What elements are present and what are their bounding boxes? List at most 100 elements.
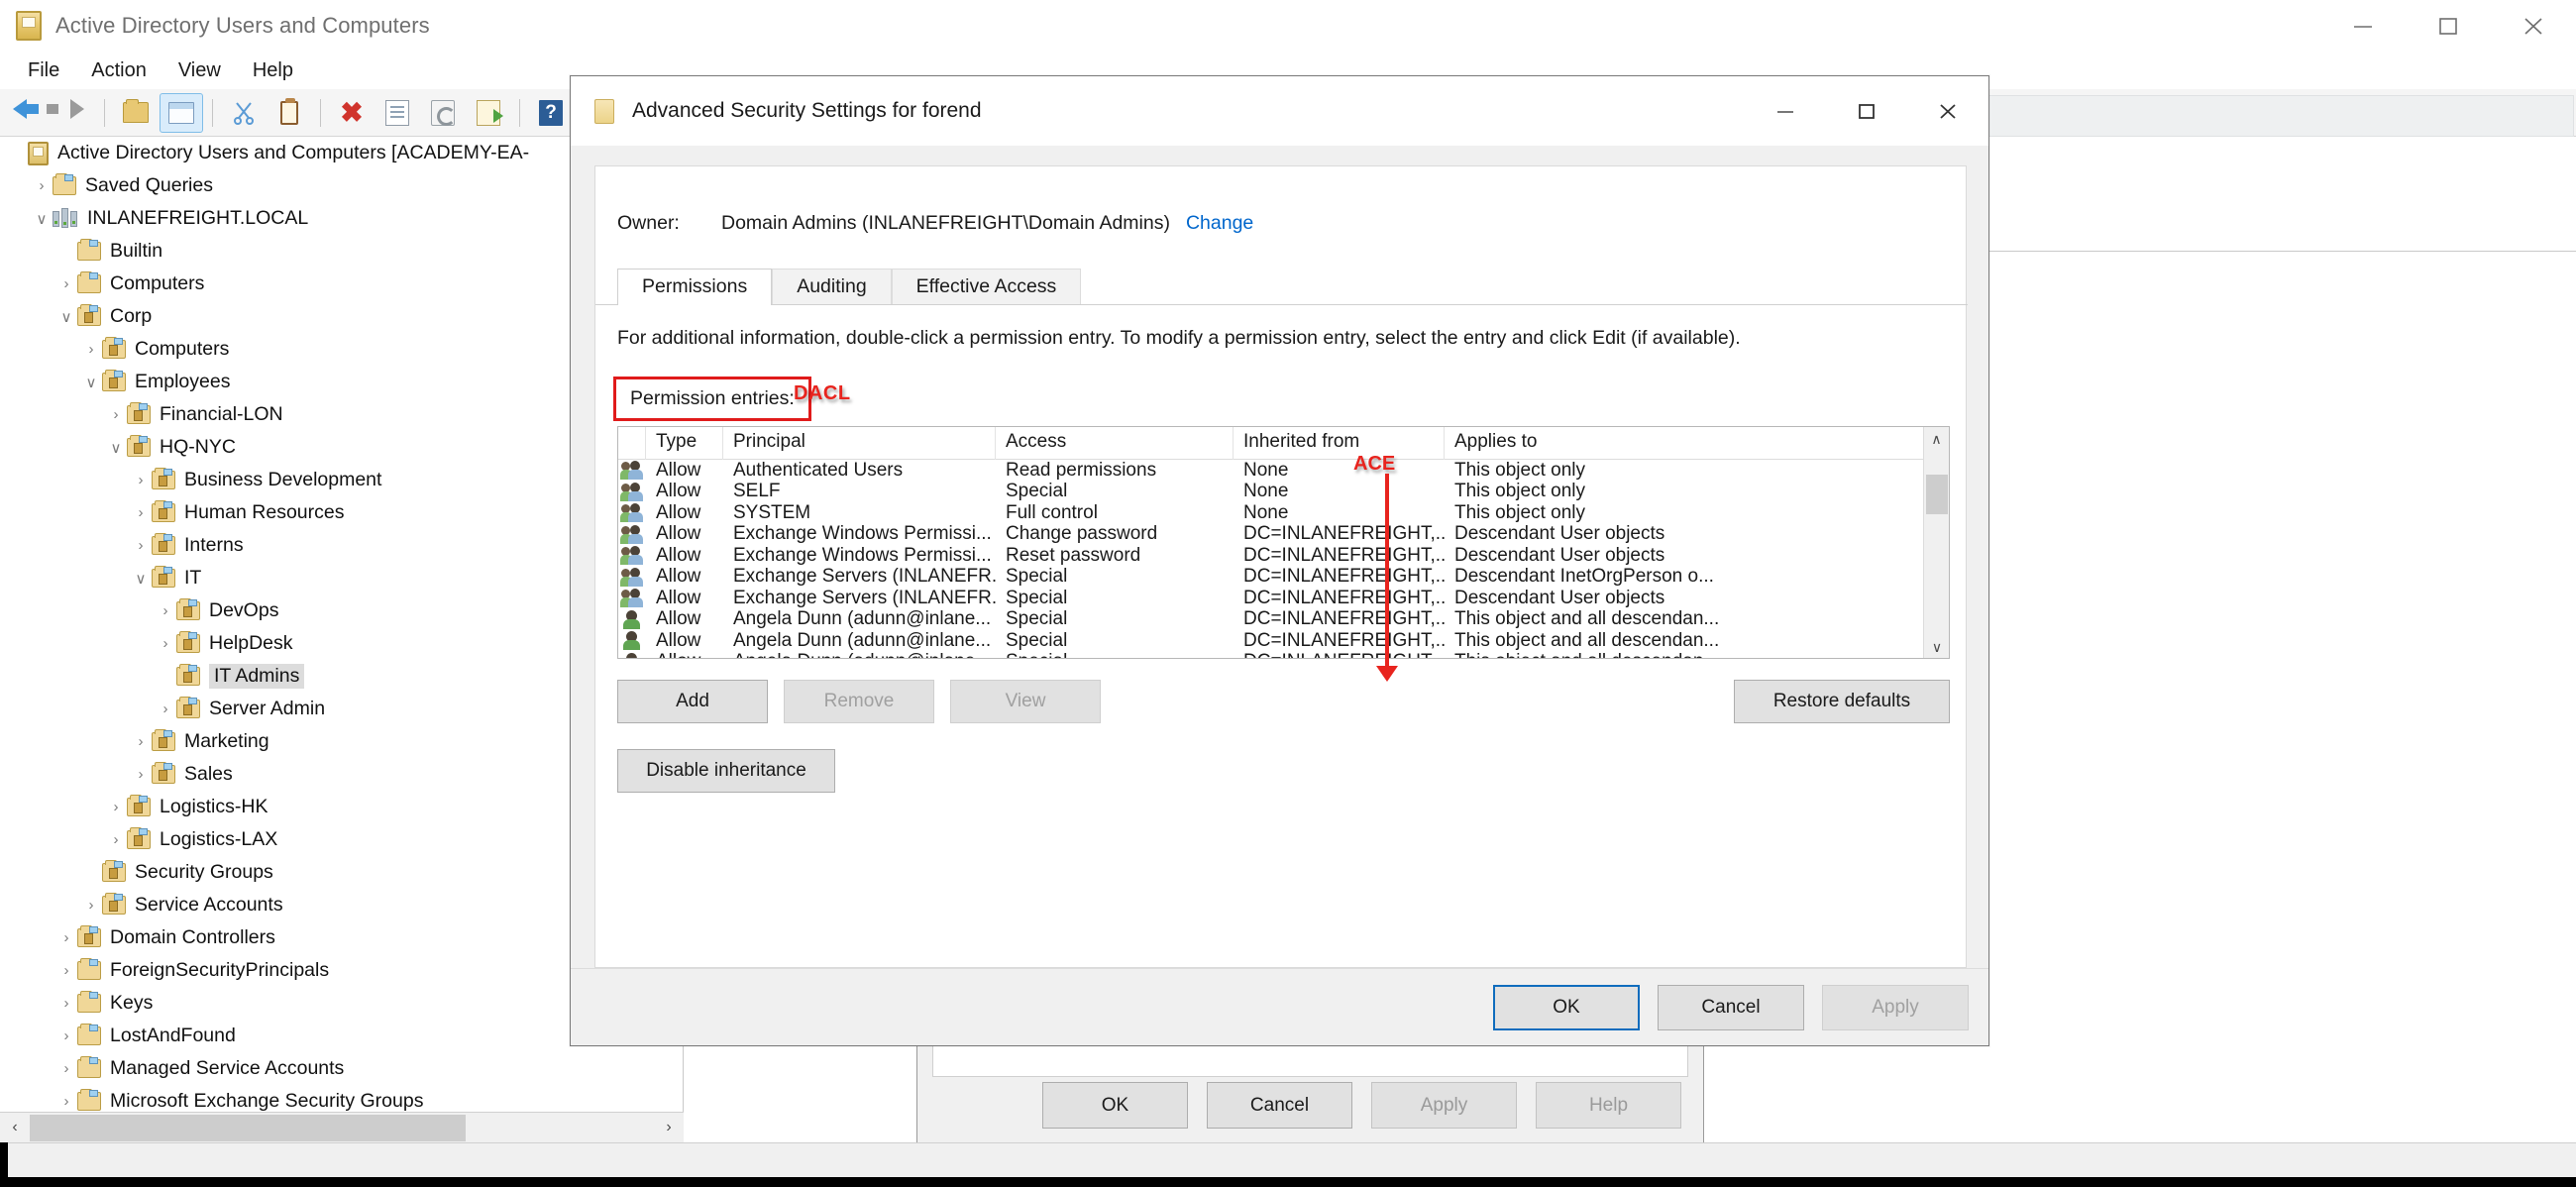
cut-icon[interactable]	[222, 93, 266, 133]
chevron-right-icon[interactable]: ›	[55, 1093, 77, 1110]
help-icon[interactable]: ?	[529, 93, 573, 133]
menu-file[interactable]: File	[12, 56, 75, 85]
add-button[interactable]: Add	[617, 680, 768, 723]
chevron-down-icon[interactable]: ∨	[80, 374, 102, 391]
chevron-right-icon[interactable]: ›	[55, 995, 77, 1012]
tree-item-managed-service-accounts[interactable]: › Managed Service Accounts	[0, 1052, 683, 1085]
menu-help[interactable]: Help	[237, 56, 309, 85]
users-group-icon	[619, 546, 644, 566]
grid-header-applies-to[interactable]: Applies to	[1445, 427, 1900, 460]
chevron-right-icon[interactable]: ›	[6, 145, 28, 162]
chevron-right-icon[interactable]: ›	[155, 602, 176, 619]
properties-icon[interactable]	[376, 93, 419, 133]
chevron-down-icon[interactable]: ∨	[130, 570, 152, 588]
chevron-right-icon[interactable]: ›	[80, 897, 102, 914]
cell-type: Allow	[656, 481, 701, 502]
scroll-left-icon[interactable]: ‹	[0, 1113, 30, 1143]
chevron-right-icon[interactable]: ›	[55, 1027, 77, 1044]
scroll-track[interactable]	[30, 1112, 654, 1143]
grid-header-type[interactable]: Type	[646, 427, 723, 460]
cell-access: Read permissions	[1006, 459, 1157, 481]
dialog-minimize-icon[interactable]	[1745, 76, 1826, 146]
table-row[interactable]: Allow Exchange Servers (INLANEFR... Specia…	[618, 566, 1949, 589]
chevron-right-icon[interactable]: ›	[155, 635, 176, 652]
up-folder-icon[interactable]	[114, 93, 158, 133]
grid-header-access[interactable]: Access	[996, 427, 1234, 460]
refresh-icon[interactable]	[421, 93, 465, 133]
row-principal-icon	[618, 652, 646, 658]
table-row[interactable]: Allow Exchange Windows Permissi... Change …	[618, 523, 1949, 546]
delete-icon[interactable]: ✖	[330, 93, 374, 133]
close-icon[interactable]	[2491, 0, 2576, 52]
table-row[interactable]: Allow SYSTEM Full control None This object o…	[618, 502, 1949, 524]
chevron-right-icon[interactable]: ›	[105, 406, 127, 423]
chevron-down-icon[interactable]: ∨	[31, 210, 53, 228]
maximize-icon[interactable]	[2406, 0, 2491, 52]
table-row[interactable]: AllowAngela Dunn (adunn@inlane...Special…	[618, 651, 1949, 658]
grid-scroll-down-icon[interactable]: ∨	[1924, 635, 1949, 658]
forward-arrow-icon[interactable]	[52, 93, 95, 133]
chevron-right-icon[interactable]: ›	[31, 177, 53, 194]
chevron-right-icon[interactable]: ›	[155, 701, 176, 717]
chevron-right-icon[interactable]: ›	[55, 929, 77, 946]
chevron-right-icon[interactable]: ›	[55, 275, 77, 292]
grid-header-principal[interactable]: Principal	[723, 427, 996, 460]
cell-inherited-from: DC=INLANEFREIGHT,...	[1243, 544, 1445, 566]
chevron-right-icon[interactable]: ›	[55, 962, 77, 979]
owner-change-link[interactable]: Change	[1186, 212, 1253, 235]
chevron-right-icon[interactable]: ›	[130, 504, 152, 521]
chevron-right-icon[interactable]: ›	[55, 1060, 77, 1077]
properties-cancel-button[interactable]: Cancel	[1207, 1082, 1352, 1129]
chevron-right-icon[interactable]: ›	[155, 668, 176, 685]
chevron-right-icon[interactable]: ›	[105, 799, 127, 815]
minimize-icon[interactable]	[2320, 0, 2406, 52]
console-root-icon	[28, 141, 49, 165]
chevron-right-icon[interactable]: ›	[130, 472, 152, 488]
grid-vertical-scrollbar[interactable]: ∧ ∨	[1923, 427, 1949, 658]
chevron-right-icon[interactable]: ›	[80, 341, 102, 358]
grid-header-inherited-from[interactable]: Inherited from	[1234, 427, 1445, 460]
chevron-down-icon[interactable]: ∨	[55, 308, 77, 326]
disable-inheritance-button[interactable]: Disable inheritance	[617, 749, 835, 793]
scroll-right-icon[interactable]: ›	[654, 1113, 684, 1143]
dialog-maximize-icon[interactable]	[1826, 76, 1907, 146]
table-row[interactable]: Allow Exchange Windows Permissi... Reset p…	[618, 545, 1949, 567]
tab-permissions[interactable]: Permissions	[617, 269, 773, 305]
grid-scroll-up-icon[interactable]: ∧	[1924, 427, 1949, 452]
grid-scroll-thumb[interactable]	[1926, 475, 1948, 514]
back-arrow-icon[interactable]	[6, 93, 50, 133]
chevron-right-icon[interactable]: ›	[130, 733, 152, 750]
chevron-right-icon[interactable]: ›	[130, 537, 152, 554]
restore-defaults-button[interactable]: Restore defaults	[1734, 680, 1950, 723]
scroll-thumb[interactable]	[30, 1114, 466, 1141]
table-row[interactable]: AllowAngela Dunn (adunn@inlane...Special…	[618, 630, 1949, 652]
paste-icon[interactable]	[268, 93, 311, 133]
show-hide-console-tree-icon[interactable]	[160, 92, 203, 133]
chevron-right-icon[interactable]: ›	[80, 864, 102, 881]
table-row[interactable]: AllowAngela Dunn (adunn@inlane...Special…	[618, 608, 1949, 631]
dialog-apply-button: Apply	[1822, 984, 1969, 1030]
chevron-right-icon[interactable]: ›	[105, 831, 127, 848]
cell-inherited-from: DC=INLANEFREIGHT,...	[1243, 629, 1445, 651]
properties-ok-button[interactable]: OK	[1042, 1082, 1188, 1129]
tree-item-label: Active Directory Users and Computers [AC…	[57, 142, 530, 163]
permission-entries-grid[interactable]: Type Principal Access Inherited from App…	[617, 426, 1950, 659]
tree-horizontal-scrollbar[interactable]: ‹ ›	[0, 1112, 684, 1143]
cell-inherited-from: None	[1243, 501, 1289, 523]
table-row[interactable]: Allow Exchange Servers (INLANEFR... Specia…	[618, 588, 1949, 609]
table-row[interactable]: Allow SELF Special None This object only	[618, 481, 1949, 503]
dialog-close-icon[interactable]	[1907, 76, 1988, 146]
cell-principal: Authenticated Users	[733, 459, 904, 481]
dialog-content: Owner: Domain Admins (INLANEFREIGHT\Doma…	[594, 165, 1968, 968]
chevron-down-icon[interactable]: ∨	[105, 439, 127, 457]
menu-action[interactable]: Action	[75, 56, 162, 85]
menu-view[interactable]: View	[162, 56, 237, 85]
chevron-right-icon[interactable]: ›	[55, 243, 77, 260]
dialog-cancel-button[interactable]: Cancel	[1658, 984, 1804, 1030]
dialog-ok-button[interactable]: OK	[1493, 984, 1640, 1030]
table-row[interactable]: Allow Authenticated Users Read permissions…	[618, 460, 1949, 482]
chevron-right-icon[interactable]: ›	[130, 766, 152, 783]
export-list-icon[interactable]	[467, 93, 510, 133]
tab-effective-access[interactable]: Effective Access	[891, 269, 1082, 304]
tab-auditing[interactable]: Auditing	[772, 269, 892, 304]
